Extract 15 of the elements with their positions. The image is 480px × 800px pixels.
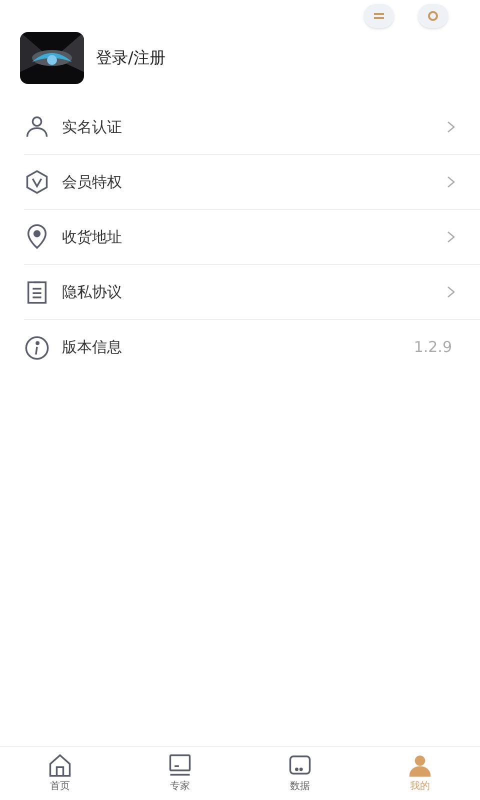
tab-bar-item[interactable]: 首页 [0,747,120,800]
menu-item[interactable]: 收货地址 [24,210,480,265]
menu-item[interactable]: 会员特权 [24,155,480,210]
tab-bar-item[interactable]: 专家 [120,747,240,800]
menu-label: 收货地址 [62,226,123,248]
menu-label: 隐私协议 [62,282,123,303]
menu-label: 实名认证 [62,116,123,138]
menu-label: 会员特权 [62,172,123,193]
menu-item[interactable]: 实名认证 [24,100,480,155]
tab-bar-item[interactable]: 数据 [240,747,360,800]
menu-label: 版本信息 [62,337,123,358]
menu-item[interactable]: 版本信息 1.2.9 [24,320,480,375]
menu-item[interactable]: 隐私协议 [24,265,480,320]
login-register-link[interactable]: 登录/注册 [96,46,166,70]
version-number: 1.2.9 [414,337,453,358]
